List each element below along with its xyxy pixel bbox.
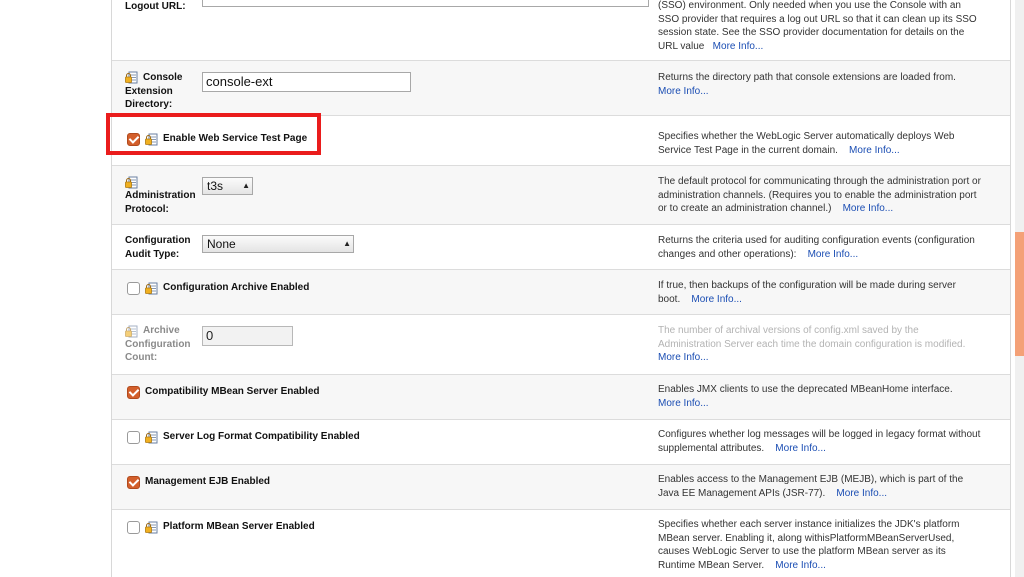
compatibility-mbean-server-checkbox[interactable] bbox=[127, 386, 140, 399]
row-archive-configuration-count: Archive Configuration Count: 0 The numbe… bbox=[112, 315, 1010, 375]
configuration-audit-type-label: Configuration Audit Type: bbox=[125, 235, 191, 260]
administration-protocol-description: The default protocol for communicating t… bbox=[658, 176, 981, 214]
administration-protocol-label: Administration Protocol: bbox=[125, 190, 196, 215]
lock-config-icon bbox=[145, 431, 158, 444]
archive-configuration-count-input[interactable]: 0 bbox=[202, 326, 293, 346]
web-service-test-page-more-info-link[interactable]: More Info... bbox=[849, 145, 900, 156]
lock-config-icon bbox=[125, 176, 138, 189]
dropdown-arrow-icon: ▲ bbox=[343, 239, 351, 248]
server-log-format-more-info-link[interactable]: More Info... bbox=[775, 443, 826, 454]
server-log-format-description: Configures whether log messages will be … bbox=[658, 429, 981, 454]
row-administration-protocol: Administration Protocol: t3s ▲ The defau… bbox=[112, 166, 1010, 225]
row-server-log-format-compatibility: Server Log Format Compatibility Enabled … bbox=[112, 420, 1010, 465]
platform-mbean-server-checkbox[interactable] bbox=[127, 521, 140, 534]
administration-protocol-select[interactable]: t3s ▲ bbox=[202, 177, 253, 195]
logout-url-description: (SSO) environment. Only needed when you … bbox=[658, 0, 977, 52]
compatibility-mbean-server-description: Enables JMX clients to use the deprecate… bbox=[658, 384, 953, 409]
logout-url-more-info-link[interactable]: More Info... bbox=[713, 41, 764, 52]
server-log-format-checkbox[interactable] bbox=[127, 431, 140, 444]
archive-configuration-count-description: The number of archival versions of confi… bbox=[658, 325, 966, 363]
lock-config-icon bbox=[145, 521, 158, 534]
platform-mbean-server-label: Platform MBean Server Enabled bbox=[163, 521, 315, 532]
administration-protocol-more-info-link[interactable]: More Info... bbox=[843, 203, 894, 214]
management-ejb-description: Enables access to the Management EJB (ME… bbox=[658, 474, 964, 499]
configuration-archive-label: Configuration Archive Enabled bbox=[163, 282, 310, 293]
compatibility-mbean-more-info-link[interactable]: More Info... bbox=[658, 398, 709, 409]
configuration-audit-type-description: Returns the criteria used for auditing c… bbox=[658, 235, 975, 260]
compatibility-mbean-server-label: Compatibility MBean Server Enabled bbox=[145, 386, 320, 397]
configuration-archive-checkbox[interactable] bbox=[127, 282, 140, 295]
management-ejb-more-info-link[interactable]: More Info... bbox=[836, 488, 887, 499]
logout-url-input[interactable] bbox=[202, 0, 649, 7]
console-extension-directory-description: Returns the directory path that console … bbox=[658, 72, 956, 97]
row-configuration-archive-enabled: Configuration Archive Enabled If true, t… bbox=[112, 270, 1010, 315]
console-extension-more-info-link[interactable]: More Info... bbox=[658, 86, 709, 97]
configuration-archive-description: If true, then backups of the configurati… bbox=[658, 280, 956, 305]
console-extension-directory-label: Console Extension Directory: bbox=[125, 72, 183, 110]
web-service-test-page-description: Specifies whether the WebLogic Server au… bbox=[658, 131, 955, 156]
archive-count-more-info-link[interactable]: More Info... bbox=[658, 352, 709, 363]
management-ejb-label: Management EJB Enabled bbox=[145, 476, 271, 487]
platform-mbean-server-description: Specifies whether each server instance i… bbox=[658, 519, 960, 571]
scrollbar-thumb[interactable] bbox=[1015, 232, 1024, 356]
row-logout-url: Logout URL: (SSO) environment. Only need… bbox=[112, 0, 1010, 61]
row-compatibility-mbean-server: Compatibility MBean Server Enabled Enabl… bbox=[112, 375, 1010, 420]
row-console-extension-directory: Console Extension Directory: console-ext… bbox=[112, 61, 1010, 116]
left-margin bbox=[0, 0, 111, 577]
row-configuration-audit-type: Configuration Audit Type: None ▲ Returns… bbox=[112, 225, 1010, 270]
server-configuration-panel: Logout URL: (SSO) environment. Only need… bbox=[111, 0, 1011, 577]
management-ejb-checkbox[interactable] bbox=[127, 476, 140, 489]
row-platform-mbean-server: Platform MBean Server Enabled Specifies … bbox=[112, 510, 1010, 577]
console-extension-directory-input[interactable]: console-ext bbox=[202, 72, 411, 92]
configuration-archive-more-info-link[interactable]: More Info... bbox=[691, 294, 742, 305]
configuration-audit-type-select[interactable]: None ▲ bbox=[202, 235, 354, 253]
logout-url-label: Logout URL: bbox=[125, 1, 186, 12]
configuration-audit-more-info-link[interactable]: More Info... bbox=[808, 249, 859, 260]
lock-config-icon bbox=[145, 282, 158, 295]
red-highlight-box bbox=[106, 113, 321, 155]
archive-configuration-count-label: Archive Configuration Count: bbox=[125, 325, 191, 363]
platform-mbean-more-info-link[interactable]: More Info... bbox=[775, 560, 826, 571]
row-management-ejb: Management EJB Enabled Enables access to… bbox=[112, 465, 1010, 510]
dropdown-arrow-icon: ▲ bbox=[242, 181, 250, 190]
server-log-format-label: Server Log Format Compatibility Enabled bbox=[163, 431, 360, 442]
